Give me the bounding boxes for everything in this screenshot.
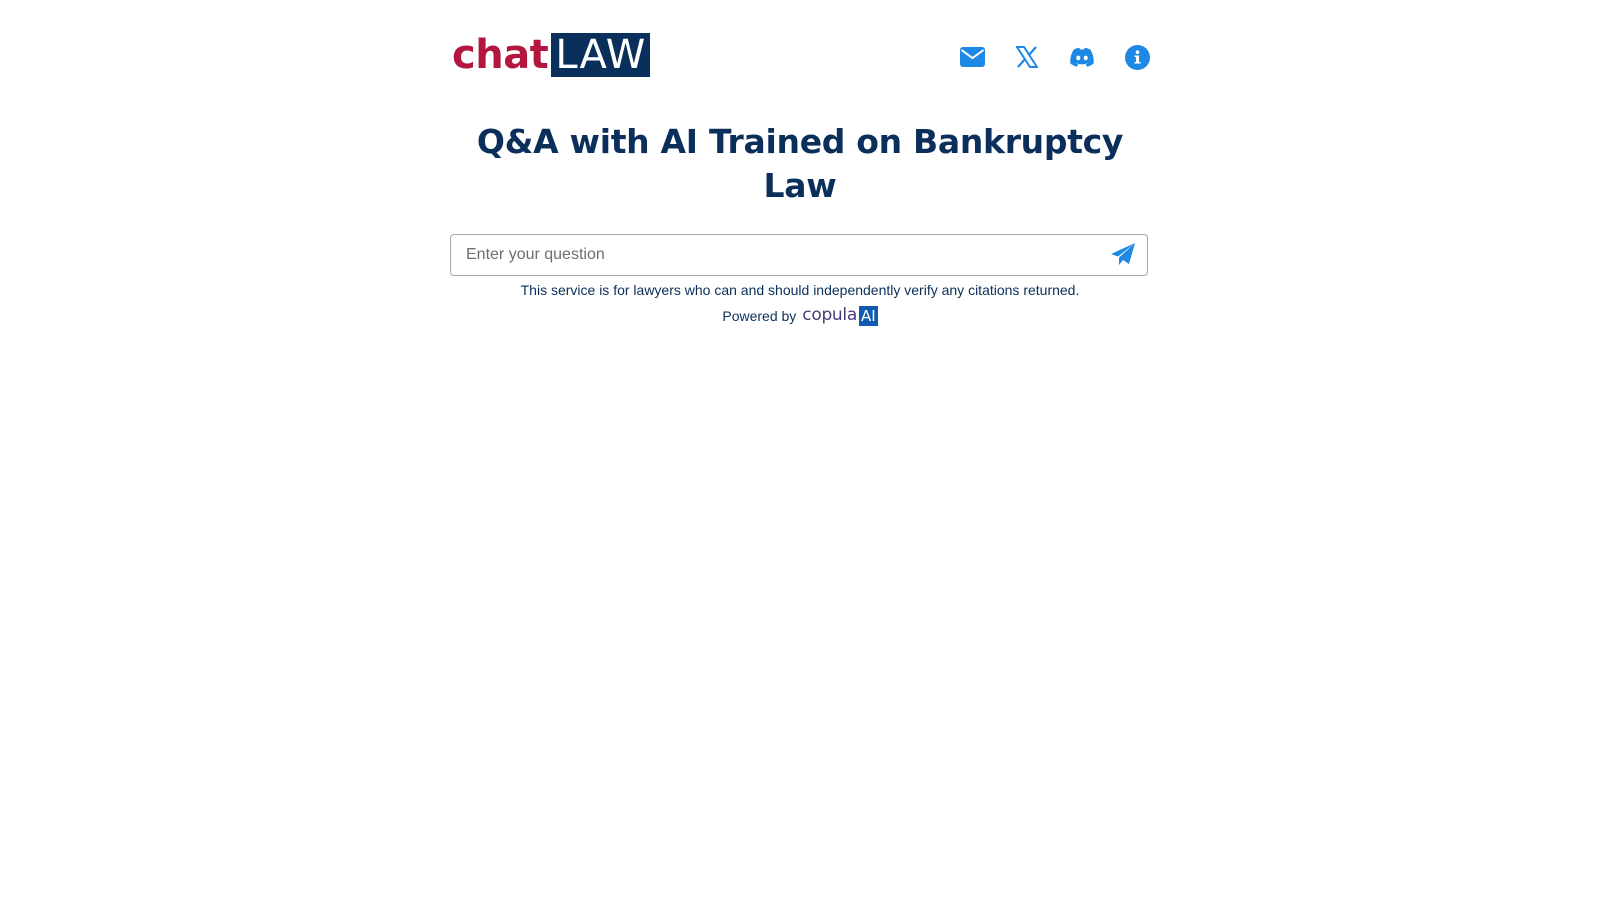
powered-by: Powered by copula AI xyxy=(450,305,1150,326)
email-icon[interactable] xyxy=(959,44,985,70)
disclaimer-text: This service is for lawyers who can and … xyxy=(520,282,1080,298)
header: chat LAW xyxy=(450,0,1150,110)
question-box xyxy=(450,234,1148,276)
paper-plane-icon xyxy=(1111,243,1135,265)
question-input[interactable] xyxy=(451,235,1091,275)
info-icon[interactable] xyxy=(1124,44,1150,70)
main-container: chat LAW Q&A with AI Trained on Bankrupt… xyxy=(450,0,1150,326)
logo-law-text: LAW xyxy=(551,33,651,77)
copula-logo-ai: AI xyxy=(858,306,878,326)
copula-ai-logo[interactable]: copula AI xyxy=(802,305,878,326)
page: chat LAW Q&A with AI Trained on Bankrupt… xyxy=(0,0,1600,900)
x-twitter-icon[interactable] xyxy=(1014,44,1040,70)
send-button[interactable] xyxy=(1109,242,1137,270)
chatlaw-logo[interactable]: chat LAW xyxy=(452,31,651,78)
page-title: Q&A with AI Trained on Bankruptcy Law xyxy=(476,122,1124,205)
discord-icon[interactable] xyxy=(1069,44,1095,70)
powered-by-label: Powered by xyxy=(722,308,797,324)
header-nav-icons xyxy=(930,44,1150,70)
logo-chat-text: chat xyxy=(452,32,549,78)
copula-logo-word: copula xyxy=(802,305,857,325)
